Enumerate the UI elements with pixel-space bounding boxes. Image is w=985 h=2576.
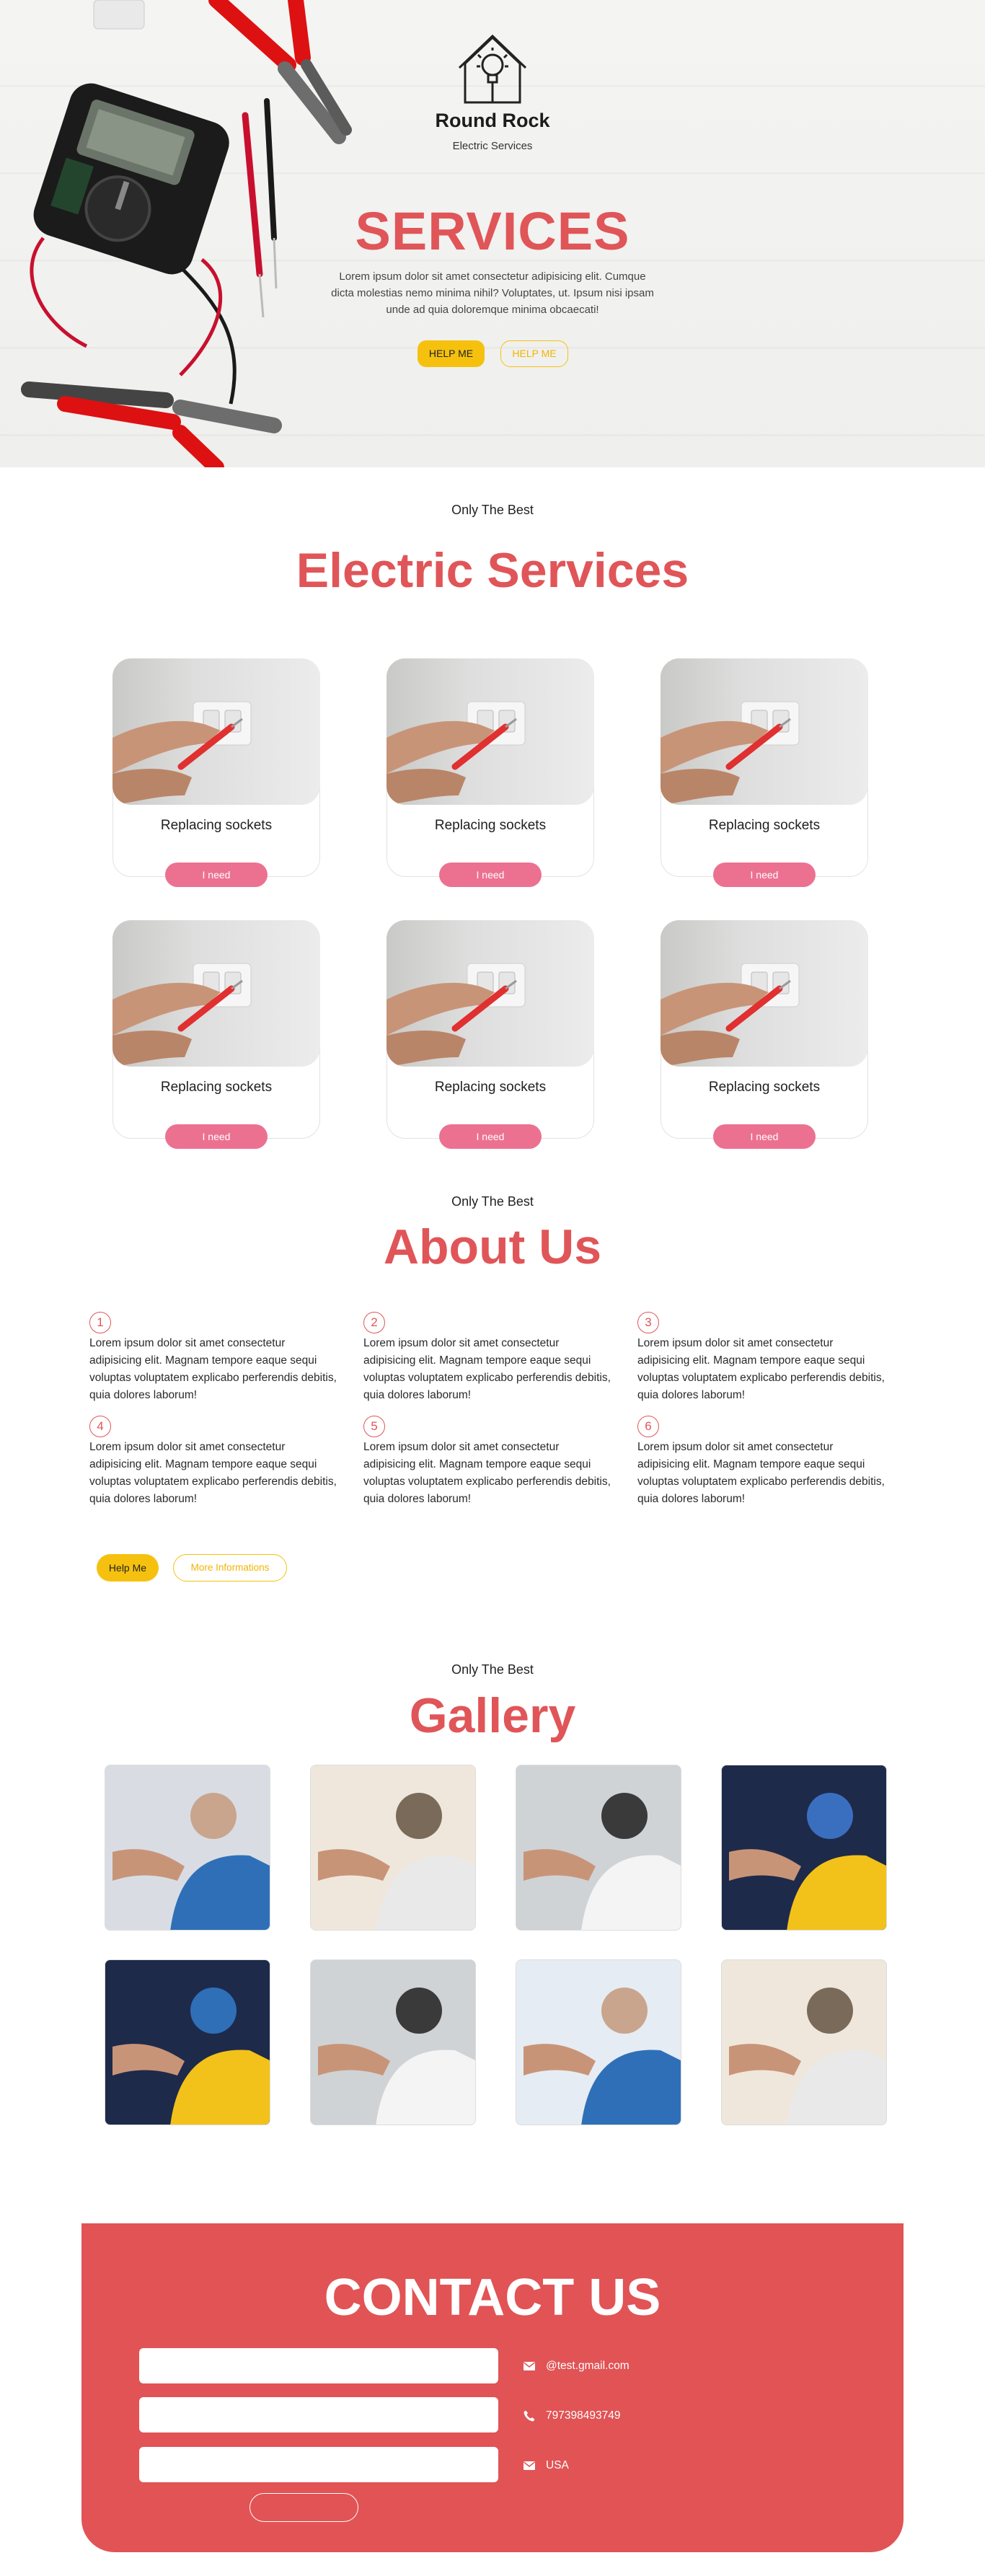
gallery-image[interactable]	[105, 1765, 270, 1931]
i-need-button[interactable]: I need	[439, 1124, 542, 1149]
service-card: Replacing sockets I need	[387, 658, 594, 887]
service-card: Replacing sockets I need	[112, 920, 320, 1149]
about-item-text: Lorem ipsum dolor sit amet consectetur a…	[363, 1337, 611, 1401]
name-field[interactable]	[139, 2348, 498, 2383]
services-title: Electric Services	[296, 543, 689, 598]
gallery-image[interactable]	[310, 1959, 476, 2125]
service-card-title: Replacing sockets	[160, 1080, 273, 1095]
contact-email: @test.gmail.com	[523, 2357, 630, 2375]
i-need-button[interactable]: I need	[439, 863, 542, 887]
mail-icon	[524, 2362, 535, 2370]
about-item-text: Lorem ipsum dolor sit amet consectetur a…	[637, 1441, 885, 1505]
about-item: 1 Lorem ipsum dolor sit amet consectetur …	[89, 1312, 338, 1404]
about-item: 3 Lorem ipsum dolor sit amet consectetur …	[637, 1312, 886, 1404]
replacing-socket-photo	[387, 920, 594, 1067]
hero-title: SERVICES	[355, 201, 630, 261]
about-item-number: 4	[89, 1416, 111, 1437]
service-card: Replacing sockets I need	[387, 920, 594, 1149]
about-item-number: 2	[363, 1312, 385, 1333]
contact-location: USA	[523, 2457, 569, 2474]
services-kicker: Only The Best	[451, 503, 534, 517]
hero-description: Lorem ipsum dolor sit amet consectetur a…	[331, 270, 654, 316]
about-kicker: Only The Best	[451, 1194, 534, 1209]
submit-button[interactable]	[249, 2493, 358, 2522]
gallery-image[interactable]	[310, 1765, 476, 1931]
replacing-socket-photo	[112, 658, 320, 805]
message-field[interactable]	[139, 2447, 498, 2482]
replacing-socket-photo	[661, 920, 868, 1067]
about-item: 5 Lorem ipsum dolor sit amet consectetur …	[363, 1416, 612, 1508]
service-card-title: Replacing sockets	[434, 1080, 547, 1095]
about-item-number: 1	[89, 1312, 111, 1333]
house-bulb-logo-icon	[458, 34, 527, 104]
mail-icon	[524, 2461, 535, 2470]
contact-email-text: @test.gmail.com	[546, 2360, 630, 2372]
about-item-text: Lorem ipsum dolor sit amet consectetur a…	[363, 1441, 611, 1505]
about-title: About Us	[383, 1219, 602, 1274]
gallery-image[interactable]	[516, 1959, 681, 2125]
about-item-text: Lorem ipsum dolor sit amet consectetur a…	[637, 1337, 885, 1401]
contact-phone: 797398493749	[523, 2407, 620, 2425]
about-item: 6 Lorem ipsum dolor sit amet consectetur …	[637, 1416, 886, 1508]
i-need-button[interactable]: I need	[713, 863, 816, 887]
service-card-title: Replacing sockets	[434, 818, 547, 833]
i-need-button[interactable]: I need	[165, 863, 268, 887]
gallery-image[interactable]	[721, 1959, 887, 2125]
about-item: 2 Lorem ipsum dolor sit amet consectetur …	[363, 1312, 612, 1404]
gallery-title: Gallery	[409, 1688, 576, 1743]
service-card-title: Replacing sockets	[708, 818, 821, 833]
help-me-outline-button[interactable]: HELP ME	[500, 340, 568, 367]
brand-subtitle: Electric Services	[452, 140, 533, 152]
help-me-button[interactable]: HELP ME	[418, 340, 485, 367]
service-card-title: Replacing sockets	[708, 1080, 821, 1095]
brand-name: Round Rock	[435, 110, 550, 131]
gallery-kicker: Only The Best	[451, 1662, 534, 1677]
more-informations-button[interactable]: More Informations	[173, 1554, 287, 1582]
service-card: Replacing sockets I need	[661, 920, 868, 1149]
contact-section: CONTACT US @test.gmail.com 797398493749 …	[81, 2223, 904, 2552]
i-need-button[interactable]: I need	[713, 1124, 816, 1149]
contact-title: CONTACT US	[324, 2269, 661, 2326]
about-item-number: 3	[637, 1312, 659, 1333]
about-item-text: Lorem ipsum dolor sit amet consectetur a…	[89, 1441, 337, 1505]
service-card: Replacing sockets I need	[112, 658, 320, 887]
replacing-socket-photo	[387, 658, 594, 805]
replacing-socket-photo	[112, 920, 320, 1067]
replacing-socket-photo	[661, 658, 868, 805]
gallery-image[interactable]	[721, 1765, 887, 1931]
service-card-title: Replacing sockets	[160, 818, 273, 833]
about-help-me-button[interactable]: Help Me	[97, 1554, 159, 1582]
contact-phone-text: 797398493749	[546, 2409, 621, 2422]
phone-icon	[524, 2410, 535, 2422]
about-item-number: 6	[637, 1416, 659, 1437]
email-field[interactable]	[139, 2397, 498, 2432]
hero-section: Round Rock Electric Services SERVICES Lo…	[0, 0, 985, 467]
about-item: 4 Lorem ipsum dolor sit amet consectetur …	[89, 1416, 338, 1508]
i-need-button[interactable]: I need	[165, 1124, 268, 1149]
about-item-number: 5	[363, 1416, 385, 1437]
about-item-text: Lorem ipsum dolor sit amet consectetur a…	[89, 1337, 337, 1401]
gallery-image[interactable]	[105, 1959, 270, 2125]
contact-location-text: USA	[546, 2459, 569, 2471]
service-card: Replacing sockets I need	[661, 658, 868, 887]
gallery-image[interactable]	[516, 1765, 681, 1931]
